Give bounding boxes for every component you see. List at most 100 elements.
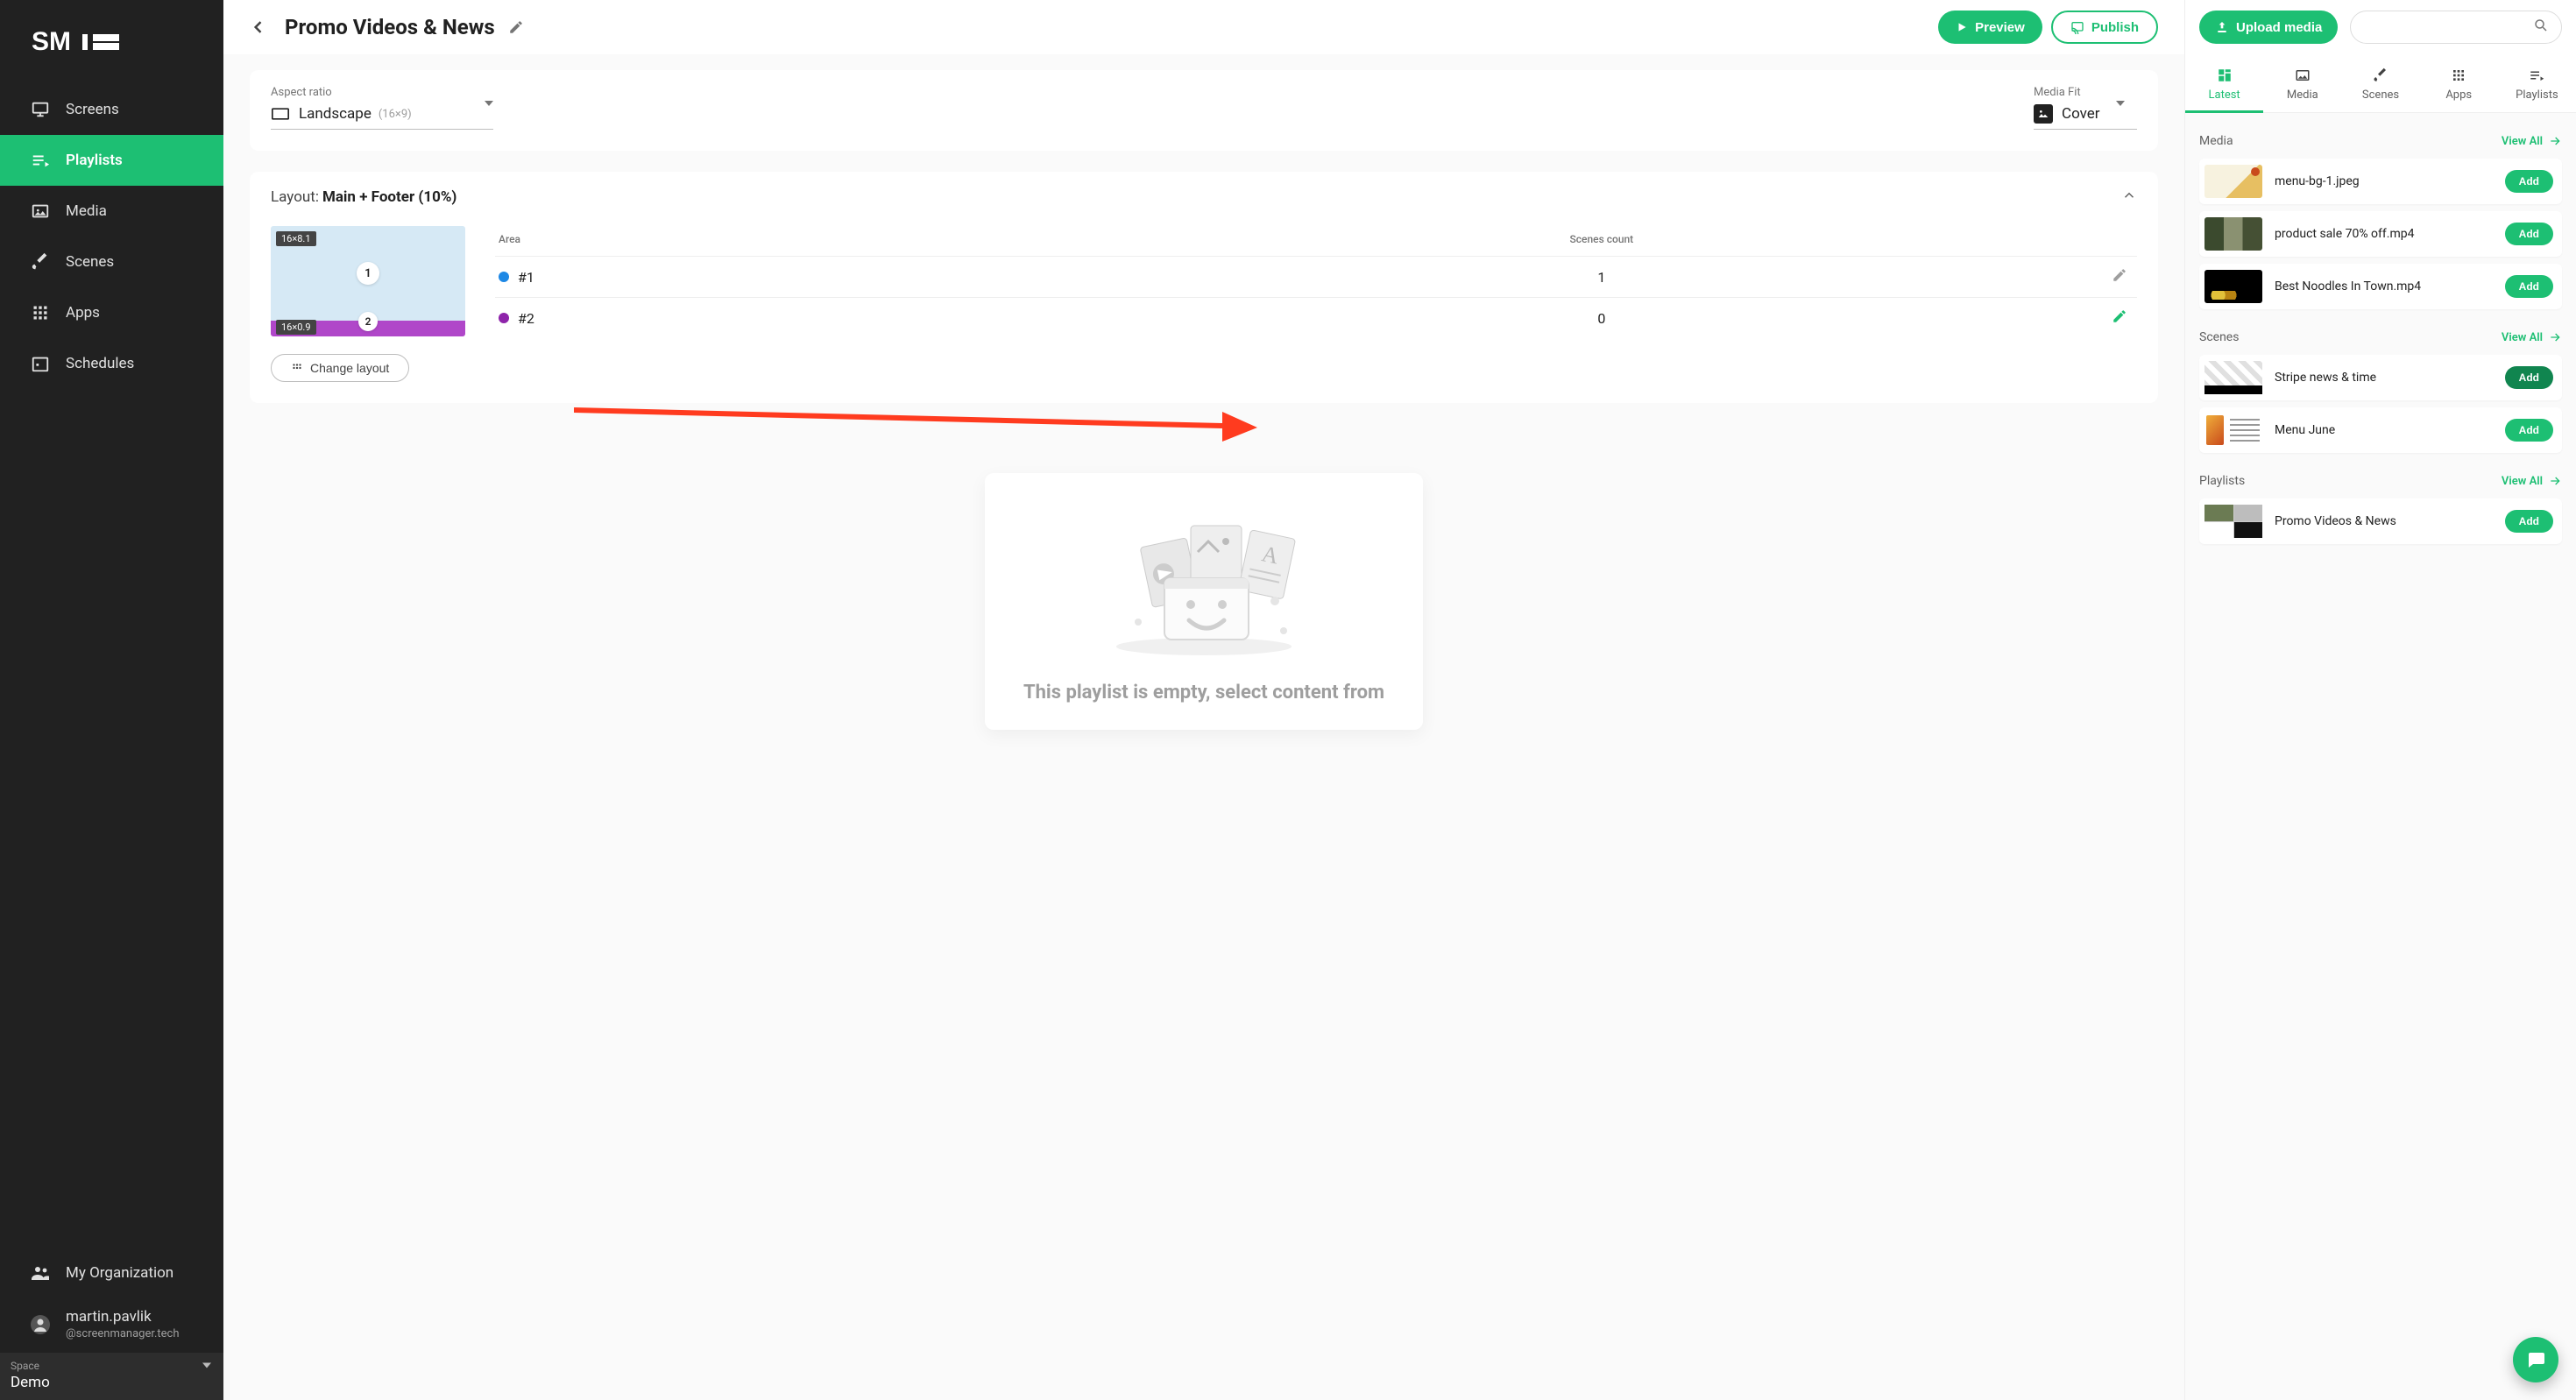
button-label: Change layout	[310, 361, 389, 375]
item-name: Menu June	[2275, 423, 2505, 437]
view-all-label: View All	[2502, 475, 2543, 488]
areas-table: Area Scenes count #1 1	[495, 226, 2137, 338]
playlist-icon	[30, 150, 51, 171]
layout-value: Main + Footer (10%)	[322, 188, 456, 206]
edit-area-button[interactable]	[2112, 311, 2127, 328]
tab-apps[interactable]: Apps	[2420, 54, 2498, 112]
section-title: Playlists	[2199, 474, 2245, 488]
right-tabs: Latest Media Scenes Apps Playlists	[2185, 54, 2576, 113]
add-button[interactable]: Add	[2505, 170, 2553, 193]
add-button[interactable]: Add	[2505, 223, 2553, 245]
thumbnail	[2204, 505, 2262, 538]
collapse-button[interactable]	[2121, 187, 2137, 207]
playlist-item[interactable]: Promo Videos & News Add	[2199, 498, 2562, 544]
image-icon	[2295, 66, 2311, 85]
area-name: #1	[518, 269, 534, 286]
preview-area-2[interactable]: 16×0.9 2	[271, 321, 465, 336]
tab-playlists[interactable]: Playlists	[2498, 54, 2576, 112]
nav-screens[interactable]: Screens	[0, 84, 223, 135]
add-button[interactable]: Add	[2505, 510, 2553, 533]
space-select[interactable]: Space Demo	[0, 1353, 223, 1400]
nav-media[interactable]: Media	[0, 186, 223, 237]
view-all-playlists[interactable]: View All	[2502, 474, 2562, 488]
empty-text: This playlist is empty, select content f…	[1020, 682, 1388, 704]
tab-label: Media	[2287, 88, 2318, 102]
col-area: Area	[495, 226, 1101, 257]
add-button[interactable]: Add	[2505, 275, 2553, 298]
main: Promo Videos & News Preview Publish Aspe…	[223, 0, 2184, 1400]
pencil-icon	[2112, 308, 2127, 324]
aspect-ratio-select[interactable]: Landscape (16×9)	[271, 104, 493, 130]
upload-media-button[interactable]: Upload media	[2199, 11, 2338, 44]
user-name: martin.pavlik	[66, 1308, 180, 1326]
edit-title-button[interactable]	[500, 11, 532, 43]
area-badge: 16×8.1	[276, 231, 316, 246]
preview-area-1[interactable]: 16×8.1 1	[271, 226, 465, 321]
svg-text:SM: SM	[32, 28, 71, 56]
chevron-up-icon	[2121, 187, 2137, 203]
change-layout-button[interactable]: Change layout	[271, 354, 409, 382]
item-name: menu-bg-1.jpeg	[2275, 174, 2505, 188]
col-count: Scenes count	[1101, 226, 2102, 257]
drag-icon	[291, 362, 303, 374]
nav-apps[interactable]: Apps	[0, 287, 223, 338]
chat-icon	[2525, 1349, 2546, 1370]
search-icon	[2533, 18, 2549, 37]
nav-scenes[interactable]: Scenes	[0, 237, 223, 287]
user-email: @screenmanager.tech	[66, 1327, 180, 1340]
add-button[interactable]: Add	[2505, 366, 2553, 389]
scene-item[interactable]: Menu June Add	[2199, 407, 2562, 453]
tab-label: Scenes	[2362, 88, 2399, 102]
media-fit-select[interactable]: Cover	[2034, 104, 2137, 130]
view-all-scenes[interactable]: View All	[2502, 330, 2562, 344]
nav-schedules[interactable]: Schedules	[0, 338, 223, 389]
media-item[interactable]: Best Noodles In Town.mp4 Add	[2199, 264, 2562, 309]
area-name: #2	[518, 310, 534, 327]
back-button[interactable]	[241, 10, 276, 45]
tab-media[interactable]: Media	[2263, 54, 2341, 112]
chevron-down-icon	[2116, 106, 2125, 123]
sidebar: SM Screens Playlists Media	[0, 0, 223, 1400]
search-field[interactable]	[2350, 11, 2562, 44]
select-value: Landscape	[299, 105, 372, 123]
media-item[interactable]: menu-bg-1.jpeg Add	[2199, 159, 2562, 204]
select-value: Cover	[2062, 105, 2100, 123]
button-label: Preview	[1975, 20, 2025, 35]
brush-icon	[30, 251, 51, 272]
add-button[interactable]: Add	[2505, 419, 2553, 442]
page-title: Promo Videos & News	[285, 15, 495, 39]
logo-icon: SM	[32, 28, 128, 56]
cast-icon	[2070, 20, 2084, 34]
section-head-playlists: Playlists View All	[2199, 474, 2562, 488]
media-item[interactable]: product sale 70% off.mp4 Add	[2199, 211, 2562, 257]
edit-area-button[interactable]	[2112, 270, 2127, 286]
preview-button[interactable]: Preview	[1938, 11, 2042, 44]
tab-label: Playlists	[2516, 88, 2558, 102]
item-name: Promo Videos & News	[2275, 514, 2505, 528]
scene-item[interactable]: Stripe news & time Add	[2199, 355, 2562, 400]
image-icon	[30, 201, 51, 222]
grid-icon	[30, 302, 51, 323]
search-input[interactable]	[2363, 20, 2533, 34]
section-title: Media	[2199, 134, 2233, 148]
button-label: Upload media	[2236, 20, 2322, 35]
view-all-label: View All	[2502, 135, 2543, 148]
upload-icon	[2215, 20, 2229, 34]
space-label: Space	[11, 1360, 213, 1372]
area-row[interactable]: #2 0	[495, 298, 2137, 339]
layout-preview: 16×8.1 1 16×0.9 2	[271, 226, 465, 336]
tab-latest[interactable]: Latest	[2185, 54, 2263, 112]
chat-fab[interactable]	[2513, 1337, 2558, 1382]
user-link[interactable]: martin.pavlik @screenmanager.tech	[0, 1296, 223, 1353]
area-row[interactable]: #1 1	[495, 257, 2137, 298]
publish-button[interactable]: Publish	[2051, 11, 2158, 44]
org-link[interactable]: My Organization	[0, 1250, 223, 1296]
media-fit-label: Media Fit	[2034, 86, 2137, 99]
nav-playlists[interactable]: Playlists	[0, 135, 223, 186]
view-all-media[interactable]: View All	[2502, 134, 2562, 148]
chevron-down-icon	[202, 1368, 211, 1385]
tab-label: Apps	[2445, 88, 2472, 102]
brush-icon	[2373, 66, 2388, 85]
grid-icon	[2452, 66, 2466, 85]
tab-scenes[interactable]: Scenes	[2341, 54, 2419, 112]
